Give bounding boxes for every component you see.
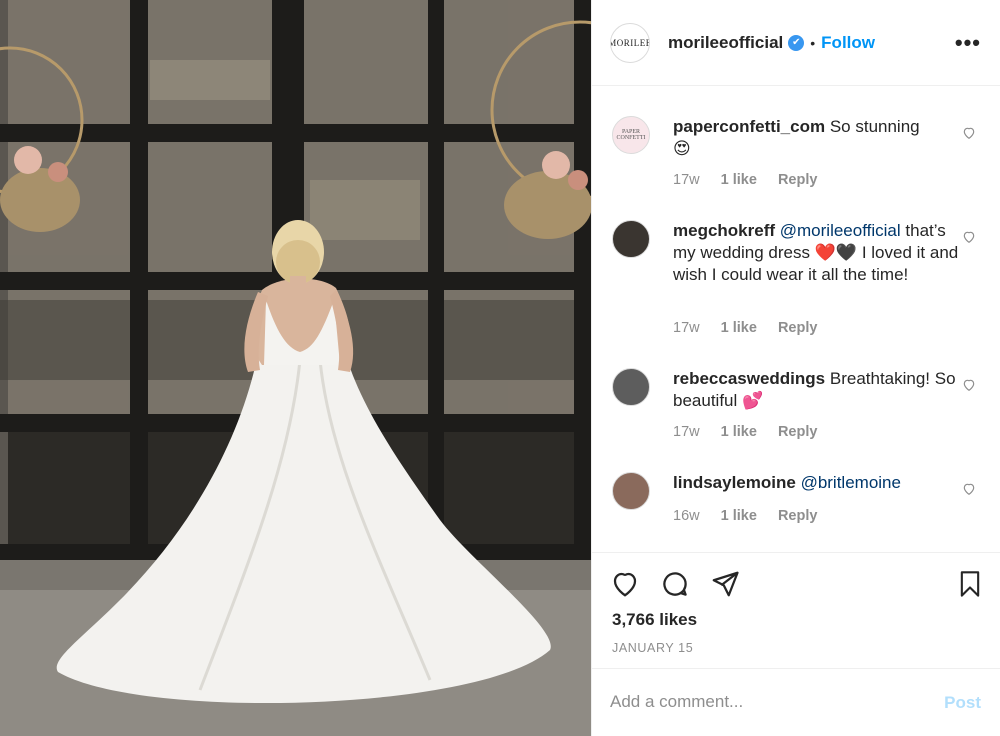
more-icon[interactable]: ••• [955, 30, 981, 56]
add-comment-input[interactable] [610, 689, 930, 715]
post-header: MORILEE morileeofficial ✔ • Follow ••• [592, 0, 1000, 86]
likes-count[interactable]: 3,766 likes [612, 610, 697, 630]
comment-meta: 16w 1 like Reply [673, 508, 834, 524]
comment-mention[interactable]: @britlemoine [801, 473, 901, 492]
reply-button[interactable]: Reply [778, 172, 818, 188]
follow-button[interactable]: Follow [821, 33, 875, 53]
reply-button[interactable]: Reply [778, 320, 818, 336]
post-date: JANUARY 15 [612, 641, 694, 655]
comment-body: rebeccasweddings Breathtaking! So beauti… [673, 368, 959, 412]
comment-emoji: 😍 [673, 138, 691, 159]
commenter-avatar[interactable]: PAPER CONFETTI [612, 116, 650, 154]
post-actions: 3,766 likes JANUARY 15 [592, 552, 1000, 668]
comment-mention[interactable]: @morileeofficial [780, 221, 901, 240]
author-username[interactable]: morileeofficial [668, 33, 783, 53]
post-comment-button[interactable]: Post [944, 693, 981, 713]
comment-emoji: 💕 [742, 390, 764, 411]
commenter-avatar-text: PAPER CONFETTI [616, 129, 646, 141]
comment-likes[interactable]: 1 like [721, 172, 757, 188]
comment-icon[interactable] [660, 569, 690, 599]
comment-age[interactable]: 17w [673, 424, 700, 440]
comments-list[interactable]: PAPER CONFETTI paperconfetti_com So stun… [592, 86, 1000, 552]
heart-icon[interactable] [610, 569, 640, 599]
comment-age[interactable]: 16w [673, 508, 700, 524]
author-avatar-text: MORILEE [610, 37, 650, 48]
comment-like-heart-icon[interactable] [962, 126, 976, 140]
comment-username[interactable]: lindsaylemoine [673, 473, 796, 492]
comment-like-heart-icon[interactable] [962, 482, 976, 496]
author-avatar[interactable]: MORILEE [610, 22, 650, 63]
comment-meta: 17w 1 like Reply [673, 172, 834, 188]
comment-age[interactable]: 17w [673, 172, 700, 188]
comment-username[interactable]: megchokreff [673, 221, 775, 240]
comment-like-heart-icon[interactable] [962, 378, 976, 392]
commenter-avatar[interactable] [612, 472, 650, 510]
comment-like-heart-icon[interactable] [962, 230, 976, 244]
comment-likes[interactable]: 1 like [721, 320, 757, 336]
comment-likes[interactable]: 1 like [721, 508, 757, 524]
comment-username[interactable]: paperconfetti_com [673, 117, 825, 136]
comment-age[interactable]: 17w [673, 320, 700, 336]
post-details-panel: MORILEE morileeofficial ✔ • Follow ••• P… [591, 0, 1000, 736]
commenter-avatar[interactable] [612, 368, 650, 406]
post-photo[interactable] [0, 0, 591, 736]
comment-text: So stunning [829, 117, 920, 136]
comment-username[interactable]: rebeccasweddings [673, 369, 825, 388]
commenter-avatar[interactable] [612, 220, 650, 258]
bookmark-icon[interactable] [956, 569, 984, 599]
comment-body: lindsaylemoine @britlemoine [673, 472, 959, 494]
add-comment-bar: Post [592, 668, 1000, 736]
verified-icon: ✔ [788, 34, 805, 51]
comment-body: megchokreff @morileeofficial that’s my w… [673, 220, 959, 286]
comment-likes[interactable]: 1 like [721, 424, 757, 440]
reply-button[interactable]: Reply [778, 508, 818, 524]
comment-meta: 17w 1 like Reply [673, 424, 834, 440]
share-icon[interactable] [710, 569, 740, 599]
comment-body: paperconfetti_com So stunning 😍 [673, 116, 959, 160]
bride-photo-illustration [0, 0, 591, 736]
separator-dot: • [810, 34, 816, 51]
comment-emoji: ❤️🖤 [814, 242, 858, 263]
reply-button[interactable]: Reply [778, 424, 818, 440]
comment-meta: 17w 1 like Reply [673, 320, 834, 336]
